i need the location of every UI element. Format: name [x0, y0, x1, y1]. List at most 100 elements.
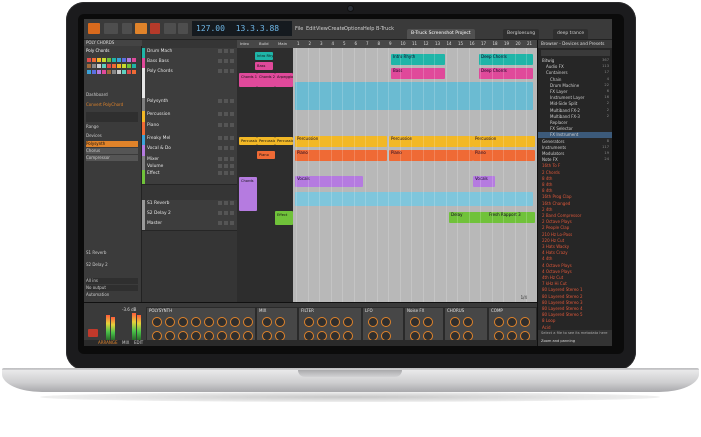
record-button[interactable]	[150, 23, 160, 34]
parameter-knob[interactable]	[450, 317, 460, 327]
track-name[interactable]: Percussion	[147, 112, 170, 117]
device-chorus[interactable]: Chorus	[86, 148, 138, 154]
parameter-knob[interactable]	[330, 317, 340, 327]
arm-button[interactable]	[230, 59, 234, 63]
solo-button[interactable]	[224, 201, 228, 205]
browser-item[interactable]: 80 Layered Stereo 3	[538, 300, 612, 306]
browser-item[interactable]: 3 Hats Wacky	[538, 244, 612, 250]
browser-item[interactable]: 8 4th	[538, 182, 612, 188]
arrange-clip[interactable]: Percussion	[295, 136, 387, 147]
browser-item[interactable]: 16th Changed	[538, 201, 612, 207]
browser-item[interactable]: 2 Chords	[538, 170, 612, 176]
menu-edit[interactable]: Edit	[306, 19, 316, 39]
parameter-knob[interactable]	[507, 317, 517, 327]
browser-item[interactable]: FX Instrument	[538, 132, 612, 139]
solo-button[interactable]	[224, 146, 228, 150]
view-arrange[interactable]: ARRANGE	[98, 340, 118, 345]
track-title[interactable]: Poly Chords	[86, 48, 138, 54]
position-display[interactable]: 13.3.3.88	[236, 24, 279, 33]
track-row[interactable]: Piano	[142, 122, 237, 136]
parameter-knob[interactable]	[230, 317, 240, 327]
loop-button[interactable]	[164, 23, 176, 34]
clip-slot[interactable]: Chords 1	[239, 73, 257, 87]
mute-button[interactable]	[218, 146, 222, 150]
browser-item[interactable]: 4 Octave Plays	[538, 269, 612, 275]
color-swatch[interactable]	[122, 58, 126, 62]
clip-slot[interactable]: Chords	[239, 177, 257, 211]
clip-slot[interactable]: Bass	[255, 62, 273, 70]
clip-slot[interactable]: Percussion	[239, 137, 257, 145]
track-name[interactable]: Polysynth	[147, 99, 168, 104]
browser-item[interactable]: 210 Hz Lo-Pass	[538, 232, 612, 238]
arm-button[interactable]	[230, 201, 234, 205]
browser-item[interactable]: Instruments 117	[538, 145, 612, 151]
browser-item[interactable]: 7 kHz Hi Cut	[538, 281, 612, 287]
browser-item[interactable]: Audio FX 113	[538, 64, 612, 70]
mute-button[interactable]	[218, 157, 222, 161]
color-swatch[interactable]	[92, 70, 96, 74]
color-swatch[interactable]	[87, 58, 91, 62]
menu-help[interactable]: Help	[363, 19, 374, 39]
arm-button[interactable]	[230, 136, 234, 140]
solo-button[interactable]	[224, 123, 228, 127]
track-name[interactable]: Freaky Mel	[147, 136, 170, 141]
send-delay[interactable]: S2 Delay 2	[86, 262, 138, 268]
arm-button[interactable]	[230, 123, 234, 127]
parameter-knob[interactable]	[152, 317, 162, 327]
browser-item[interactable]: 80 Layered Stereo 1	[538, 287, 612, 293]
param-slot[interactable]	[86, 112, 138, 122]
tempo-display[interactable]: 127.00	[196, 24, 225, 33]
color-swatch[interactable]	[127, 70, 131, 74]
parameter-knob[interactable]	[423, 317, 433, 327]
parameter-knob[interactable]	[191, 317, 201, 327]
tab-deep-trance[interactable]: deep trance	[553, 29, 589, 39]
clip-slot[interactable]: Piano	[257, 151, 275, 159]
track-row[interactable]: Master	[142, 220, 237, 231]
color-swatch[interactable]	[107, 70, 111, 74]
browser-item[interactable]: 8 Loop	[538, 318, 612, 324]
parameter-knob[interactable]	[178, 317, 188, 327]
solo-button[interactable]	[224, 136, 228, 140]
automation-label[interactable]: Automation	[86, 292, 138, 298]
browser-item[interactable]: 8 4th	[538, 176, 612, 182]
arrange-clip[interactable]: Piano	[295, 150, 387, 161]
track-name[interactable]: Effect	[147, 171, 160, 176]
arm-button[interactable]	[230, 164, 234, 168]
browser-item[interactable]: Note FX 24	[538, 157, 612, 163]
browser-item[interactable]: 2 Octave Plays	[538, 219, 612, 225]
track-row[interactable]: Effect	[142, 170, 237, 185]
track-name[interactable]: Mixer	[147, 157, 159, 162]
mute-button[interactable]	[218, 136, 222, 140]
solo-button[interactable]	[224, 164, 228, 168]
track-name[interactable]: Drum Mach	[147, 49, 172, 54]
browser-item[interactable]: 16th To F	[538, 163, 612, 169]
send-reverb[interactable]: S1 Reverb	[86, 250, 138, 256]
browser-item[interactable]: 80 Layered Stereo 4	[538, 306, 612, 312]
browser-item[interactable]: Containers 17	[538, 70, 612, 76]
mute-button[interactable]	[218, 69, 222, 73]
browser-item[interactable]: 4 4th	[538, 256, 612, 262]
mute-button[interactable]	[218, 221, 222, 225]
color-swatch[interactable]	[97, 70, 101, 74]
color-swatch[interactable]	[132, 64, 136, 68]
clip-slot[interactable]: Percussion	[275, 137, 293, 145]
parameter-knob[interactable]	[317, 317, 327, 327]
scene-main[interactable]: Main	[278, 41, 287, 46]
menu-options[interactable]: Options	[344, 19, 363, 39]
color-swatch[interactable]	[117, 64, 121, 68]
color-swatch[interactable]	[97, 58, 101, 62]
parameter-knob[interactable]	[368, 317, 378, 327]
browser-item[interactable]: 2 People Clap	[538, 225, 612, 231]
browser-item[interactable]: Multiband FX-3 2	[538, 114, 612, 120]
arm-button[interactable]	[230, 49, 234, 53]
parameter-knob[interactable]	[243, 317, 253, 327]
color-swatch[interactable]	[132, 58, 136, 62]
browser-item[interactable]: Modulators 19	[538, 151, 612, 157]
tab-bergloesung[interactable]: Bergloesung	[503, 29, 540, 39]
parameter-knob[interactable]	[165, 317, 175, 327]
convert-section[interactable]: Convert PolyChord	[86, 102, 138, 108]
color-swatch[interactable]	[122, 70, 126, 74]
parameter-knob[interactable]	[520, 317, 530, 327]
mute-button[interactable]	[218, 164, 222, 168]
track-name[interactable]: Volume	[147, 164, 163, 169]
